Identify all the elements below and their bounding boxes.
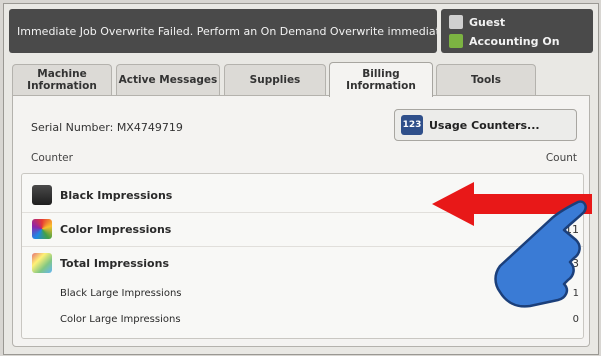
pointing-hand-icon xyxy=(494,200,587,308)
tab-bar: Machine Information Active Messages Supp… xyxy=(12,62,592,97)
counter-label: Black Large Impressions xyxy=(60,287,182,299)
tab-label: Active Messages xyxy=(118,74,218,86)
counter-label: Color Large Impressions xyxy=(60,313,181,325)
tab-machine-information[interactable]: Machine Information xyxy=(12,64,112,95)
status-message: Immediate Job Overwrite Failed. Perform … xyxy=(17,24,437,38)
tab-supplies[interactable]: Supplies xyxy=(224,64,326,95)
accounting-icon xyxy=(449,34,463,48)
usage-counter-icon: 123 xyxy=(401,115,423,135)
total-impressions-icon xyxy=(32,253,52,273)
counter-label: Total Impressions xyxy=(60,256,169,270)
usage-counters-label: Usage Counters... xyxy=(429,118,540,132)
black-impressions-icon xyxy=(32,185,52,205)
user-name: Guest xyxy=(469,15,506,29)
tab-label: Billing Information xyxy=(346,68,416,92)
tab-tools[interactable]: Tools xyxy=(436,64,536,95)
color-impressions-icon xyxy=(32,219,52,239)
tab-label: Supplies xyxy=(249,74,301,86)
counter-value: 0 xyxy=(572,313,579,325)
usage-counters-button[interactable]: 123 Usage Counters... xyxy=(394,109,577,141)
counter-label: Color Impressions xyxy=(60,222,172,236)
tab-label: Tools xyxy=(470,74,502,86)
count-header: Count xyxy=(545,152,577,164)
serial-number: Serial Number: MX4749719 xyxy=(31,121,183,134)
counter-label: Black Impressions xyxy=(60,188,173,202)
tab-active-messages[interactable]: Active Messages xyxy=(116,64,220,95)
tab-billing-information[interactable]: Billing Information xyxy=(329,62,433,97)
status-banner[interactable]: Immediate Job Overwrite Failed. Perform … xyxy=(9,9,437,53)
user-status-panel[interactable]: Guest Accounting On xyxy=(441,9,593,53)
guest-icon xyxy=(449,15,463,29)
counter-header: Counter xyxy=(31,152,73,164)
accounting-status: Accounting On xyxy=(469,34,560,48)
tab-label: Machine Information xyxy=(27,68,97,92)
